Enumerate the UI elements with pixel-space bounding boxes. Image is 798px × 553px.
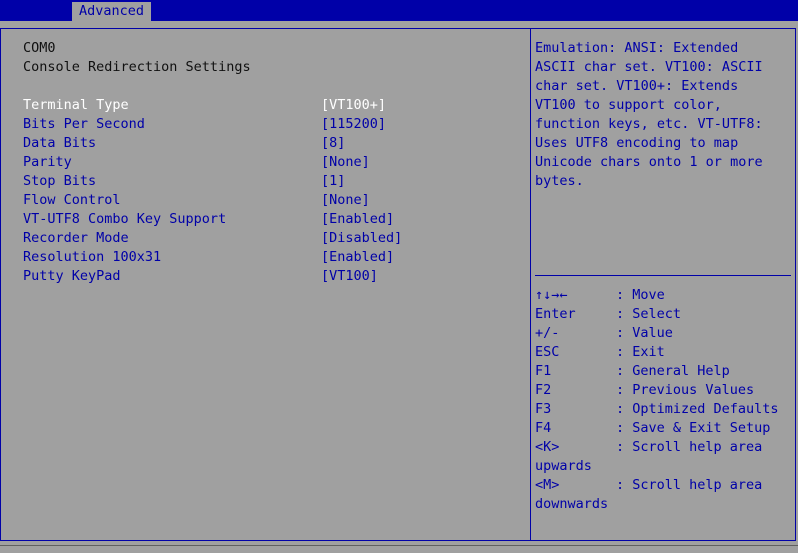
- key-name: F4: [535, 420, 552, 436]
- key-description: : Exit: [616, 344, 665, 360]
- key-legend-item: <M> : Scroll help area: [535, 476, 791, 495]
- tab-advanced[interactable]: Advanced: [72, 2, 152, 21]
- key-description: : Previous Values: [616, 382, 755, 398]
- key-description-wrap: downwards: [535, 496, 609, 512]
- key-legend-item: F1 : General Help: [535, 362, 791, 381]
- setting-row[interactable]: Data Bits [8]: [23, 134, 523, 153]
- key-legend-item: Enter : Select: [535, 305, 791, 324]
- setting-value[interactable]: [1]: [321, 172, 345, 191]
- help-text: Emulation: ANSI: Extended ASCII char set…: [535, 40, 763, 189]
- setting-value[interactable]: [Disabled]: [321, 229, 402, 248]
- key-legend-item: F3 : Optimized Defaults: [535, 400, 791, 419]
- setting-label: VT-UTF8 Combo Key Support: [23, 211, 227, 227]
- key-description: : General Help: [616, 363, 730, 379]
- setting-row[interactable]: Putty KeyPad [VT100]: [23, 267, 523, 286]
- setting-label: Putty KeyPad: [23, 268, 121, 284]
- key-description: : Scroll help area: [616, 439, 763, 455]
- setting-label: Recorder Mode: [23, 230, 129, 246]
- section-title: COM0: [23, 40, 56, 56]
- key-legend-item: <K> : Scroll help area: [535, 438, 791, 457]
- setting-label: Flow Control: [23, 192, 121, 208]
- key-description: : Value: [616, 325, 673, 341]
- bottom-line: [0, 545, 798, 546]
- key-name: +/-: [535, 325, 560, 341]
- setting-value[interactable]: [VT100]: [321, 267, 378, 286]
- setting-row[interactable]: Recorder Mode [Disabled]: [23, 229, 523, 248]
- key-legend-item: ↑↓→← : Move: [535, 286, 791, 305]
- setting-value[interactable]: [VT100+]: [321, 96, 386, 115]
- key-name: ESC: [535, 344, 560, 360]
- key-description-continued: upwards: [535, 457, 791, 476]
- top-menu-bar: Advanced: [0, 0, 798, 21]
- key-legend-item: ESC : Exit: [535, 343, 791, 362]
- key-legend-item: F2 : Previous Values: [535, 381, 791, 400]
- setting-value[interactable]: [None]: [321, 191, 370, 210]
- key-name: F1: [535, 363, 552, 379]
- help-divider: [535, 275, 791, 276]
- key-name: F3: [535, 401, 552, 417]
- key-description-continued: downwards: [535, 495, 791, 514]
- key-legend-item: F4 : Save & Exit Setup: [535, 419, 791, 438]
- setting-row[interactable]: Bits Per Second [115200]: [23, 115, 523, 134]
- key-description-wrap: upwards: [535, 458, 592, 474]
- key-legend-item: +/- : Value: [535, 324, 791, 343]
- key-name: <K>: [535, 439, 560, 455]
- key-description: : Move: [616, 287, 665, 303]
- key-name: <M>: [535, 477, 560, 493]
- setting-row[interactable]: Flow Control [None]: [23, 191, 523, 210]
- setting-value[interactable]: [Enabled]: [321, 248, 394, 267]
- setting-value[interactable]: [115200]: [321, 115, 386, 134]
- setting-label: Stop Bits: [23, 173, 97, 189]
- setting-value[interactable]: [None]: [321, 153, 370, 172]
- setting-row[interactable]: Terminal Type [VT100+]: [23, 96, 523, 115]
- setting-value[interactable]: [8]: [321, 134, 345, 153]
- key-description: : Save & Exit Setup: [616, 420, 771, 436]
- key-name: F2: [535, 382, 552, 398]
- setting-label: Terminal Type: [23, 97, 129, 113]
- key-name: Enter: [535, 306, 576, 322]
- panel-divider: [530, 29, 531, 541]
- setting-row[interactable]: Resolution 100x31 [Enabled]: [23, 248, 523, 267]
- key-description: : Optimized Defaults: [616, 401, 779, 417]
- key-name: ↑↓→←: [535, 287, 568, 303]
- setting-row[interactable]: VT-UTF8 Combo Key Support [Enabled]: [23, 210, 523, 229]
- setting-label: Data Bits: [23, 135, 97, 151]
- setting-row[interactable]: Parity [None]: [23, 153, 523, 172]
- setting-label: Resolution 100x31: [23, 249, 162, 265]
- key-description: : Select: [616, 306, 682, 322]
- key-description: : Scroll help area: [616, 477, 763, 493]
- setting-label: Bits Per Second: [23, 116, 145, 132]
- page-subtitle: Console Redirection Settings: [23, 59, 251, 75]
- setting-value[interactable]: [Enabled]: [321, 210, 394, 229]
- setting-row[interactable]: Stop Bits [1]: [23, 172, 523, 191]
- setting-label: Parity: [23, 154, 72, 170]
